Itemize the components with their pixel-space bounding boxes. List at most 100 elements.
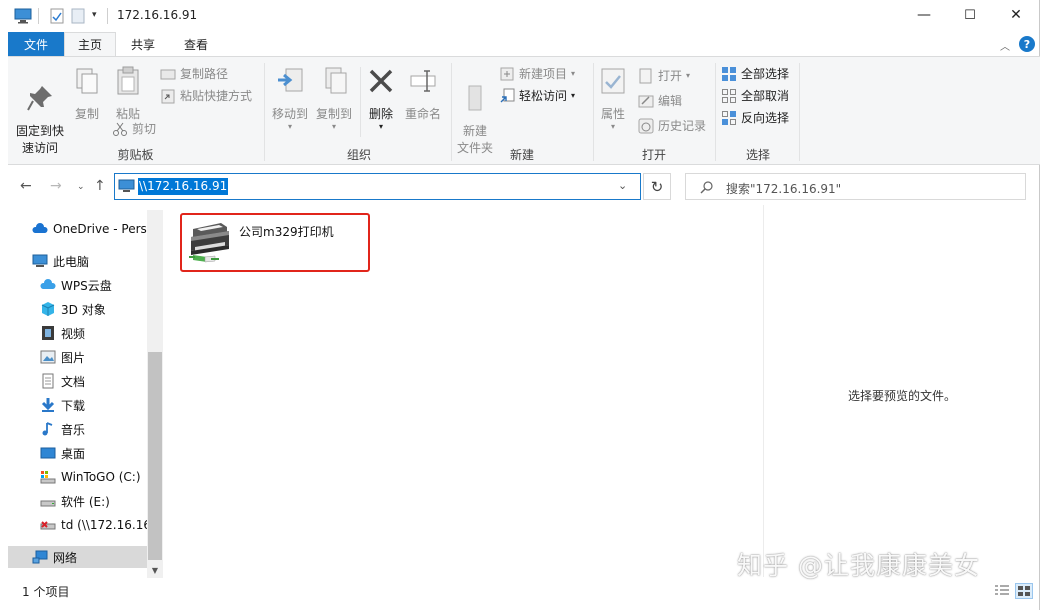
tab-home[interactable]: 主页 bbox=[64, 32, 116, 56]
cut-button[interactable]: 剪切 bbox=[112, 120, 156, 137]
scroll-down-icon[interactable]: ▼ bbox=[148, 566, 162, 575]
address-path[interactable]: \\172.16.16.91 bbox=[138, 178, 229, 195]
nav-scrollbar-thumb[interactable] bbox=[148, 352, 162, 560]
sidebar-item-wps-cloud[interactable]: WPS云盘 bbox=[40, 274, 163, 296]
tab-view[interactable]: 查看 bbox=[172, 32, 220, 56]
sidebar-item-3d-objects[interactable]: 3D 对象 bbox=[40, 298, 163, 320]
properties-button[interactable]: 属性 ▾ bbox=[596, 65, 630, 131]
collapse-ribbon-icon[interactable]: ︿ bbox=[1000, 38, 1010, 53]
edit-label: 编辑 bbox=[658, 94, 683, 108]
navigation-pane: OneDrive - Perso 此电脑 WPS云盘 3D 对象 视频 图片 文… bbox=[8, 210, 163, 578]
new-folder-icon bbox=[468, 85, 482, 111]
large-icons-view-icon[interactable] bbox=[1015, 583, 1033, 599]
close-button[interactable]: ✕ bbox=[993, 0, 1039, 30]
copy-path-button[interactable]: 复制路径 bbox=[160, 65, 228, 82]
rename-button[interactable]: 重命名 bbox=[400, 65, 446, 123]
edit-button[interactable]: 编辑 bbox=[638, 92, 682, 109]
title-bar: ▾ 172.16.16.91 — ☐ ✕ bbox=[0, 0, 1040, 32]
computer-icon bbox=[14, 8, 32, 24]
computer-icon bbox=[118, 179, 135, 192]
tab-file[interactable]: 文件 bbox=[8, 32, 64, 56]
minimize-button[interactable]: — bbox=[901, 0, 947, 30]
new-group-label: 新建 bbox=[509, 148, 534, 162]
copy-to-label: 复制到 bbox=[315, 107, 352, 121]
copy-to-button[interactable]: 复制到 ▾ bbox=[311, 65, 357, 131]
move-to-icon bbox=[278, 68, 303, 92]
select-all-button[interactable]: 全部选择 bbox=[721, 65, 789, 82]
explorer-window: ▾ 172.16.16.91 — ☐ ✕ 文件 主页 共享 查看 ︿ ? 固定到… bbox=[0, 0, 1040, 610]
maximize-button[interactable]: ☐ bbox=[947, 0, 993, 30]
sidebar-item-documents[interactable]: 文档 bbox=[40, 370, 163, 392]
up-button[interactable]: ↑ bbox=[94, 178, 106, 194]
sidebar-item-desktop[interactable]: 桌面 bbox=[40, 442, 163, 464]
delete-x-icon bbox=[369, 69, 393, 93]
video-icon bbox=[42, 326, 54, 340]
forward-button[interactable]: → bbox=[50, 178, 62, 194]
paste-button[interactable]: 粘贴 bbox=[111, 65, 145, 123]
tab-share[interactable]: 共享 bbox=[120, 32, 166, 56]
address-bar[interactable]: \\172.16.16.91 ⌄ bbox=[114, 173, 641, 200]
new-item-button[interactable]: 新建项目 ▾ bbox=[499, 65, 575, 82]
history-button[interactable]: 历史记录 bbox=[638, 117, 706, 134]
customize-toolbar-icon[interactable]: ▾ bbox=[92, 10, 97, 20]
pin-quick-access-button[interactable]: 固定到快 速访问 bbox=[12, 65, 68, 157]
copy-button[interactable]: 复制 bbox=[70, 65, 104, 123]
properties-icon[interactable] bbox=[49, 8, 65, 24]
sidebar-item-this-pc[interactable]: 此电脑 bbox=[32, 250, 163, 272]
new-folder-quick-icon[interactable] bbox=[71, 8, 85, 24]
open-button[interactable]: 打开 ▾ bbox=[638, 67, 690, 84]
search-icon bbox=[700, 181, 713, 194]
item-count: 1 个项目 bbox=[22, 585, 70, 599]
new-folder-button[interactable]: 新建 文件夹 bbox=[454, 65, 496, 157]
network-drive-icon bbox=[40, 521, 56, 530]
edit-icon bbox=[638, 95, 654, 107]
address-dropdown-icon[interactable]: ⌄ bbox=[618, 179, 627, 192]
paste-label: 粘贴 bbox=[115, 107, 140, 121]
move-to-label: 移动到 bbox=[271, 107, 308, 121]
desktop-icon bbox=[40, 447, 56, 459]
sidebar-item-network-drive[interactable]: td (\\172.16.16 bbox=[40, 514, 156, 536]
sidebar-item-downloads[interactable]: 下载 bbox=[40, 394, 163, 416]
invert-selection-button[interactable]: 反向选择 bbox=[721, 109, 789, 126]
open-icon bbox=[639, 68, 652, 83]
download-icon bbox=[41, 398, 55, 412]
sidebar-item-drive-c[interactable]: WinToGO (C:) bbox=[40, 466, 163, 488]
back-button[interactable]: ← bbox=[20, 178, 32, 194]
sidebar-item-videos[interactable]: 视频 bbox=[40, 322, 163, 344]
sidebar-item-onedrive[interactable]: OneDrive - Perso bbox=[32, 218, 156, 240]
organize-group-label: 组织 bbox=[346, 148, 371, 162]
details-view-icon[interactable] bbox=[994, 584, 1010, 598]
properties-check-icon bbox=[601, 68, 625, 94]
sidebar-item-pictures[interactable]: 图片 bbox=[40, 346, 163, 368]
copy-to-icon bbox=[325, 67, 347, 94]
sidebar-item-drive-e[interactable]: 软件 (E:) bbox=[40, 490, 163, 512]
drive-e-icon bbox=[40, 500, 56, 507]
move-to-button[interactable]: 移动到 ▾ bbox=[267, 65, 313, 131]
select-none-icon bbox=[722, 88, 736, 103]
scissors-icon bbox=[113, 122, 127, 136]
help-icon[interactable]: ? bbox=[1019, 36, 1035, 52]
open-group-label: 打开 bbox=[641, 148, 666, 162]
select-none-button[interactable]: 全部取消 bbox=[721, 87, 789, 104]
properties-label: 属性 bbox=[600, 107, 625, 121]
delete-button[interactable]: 删除 ▾ bbox=[364, 65, 398, 131]
cloud-drive-icon bbox=[40, 279, 56, 289]
sidebar-item-network[interactable]: 网络 bbox=[8, 546, 147, 568]
sidebar-item-music[interactable]: 音乐 bbox=[40, 418, 163, 440]
paste-shortcut-button[interactable]: 粘贴快捷方式 bbox=[160, 87, 252, 104]
select-none-label: 全部取消 bbox=[741, 89, 790, 103]
select-all-label: 全部选择 bbox=[741, 67, 790, 81]
recent-locations-button[interactable]: ⌄ bbox=[77, 182, 85, 192]
pictures-icon bbox=[40, 350, 56, 364]
window-title: 172.16.16.91 bbox=[117, 8, 198, 22]
search-input[interactable]: 搜索"172.16.16.91" bbox=[726, 180, 841, 197]
copy-path-label: 复制路径 bbox=[180, 67, 229, 81]
watermark: 知乎 @让我康康美女 bbox=[737, 551, 980, 580]
rename-icon bbox=[410, 70, 436, 92]
easy-access-button[interactable]: 轻松访问 ▾ bbox=[499, 87, 575, 104]
search-box[interactable]: 搜索"172.16.16.91" bbox=[685, 173, 1026, 200]
open-label: 打开 bbox=[658, 69, 683, 83]
delete-label: 删除 bbox=[368, 107, 393, 121]
refresh-button[interactable]: ↻ bbox=[643, 173, 671, 200]
copy-icon bbox=[76, 68, 98, 94]
